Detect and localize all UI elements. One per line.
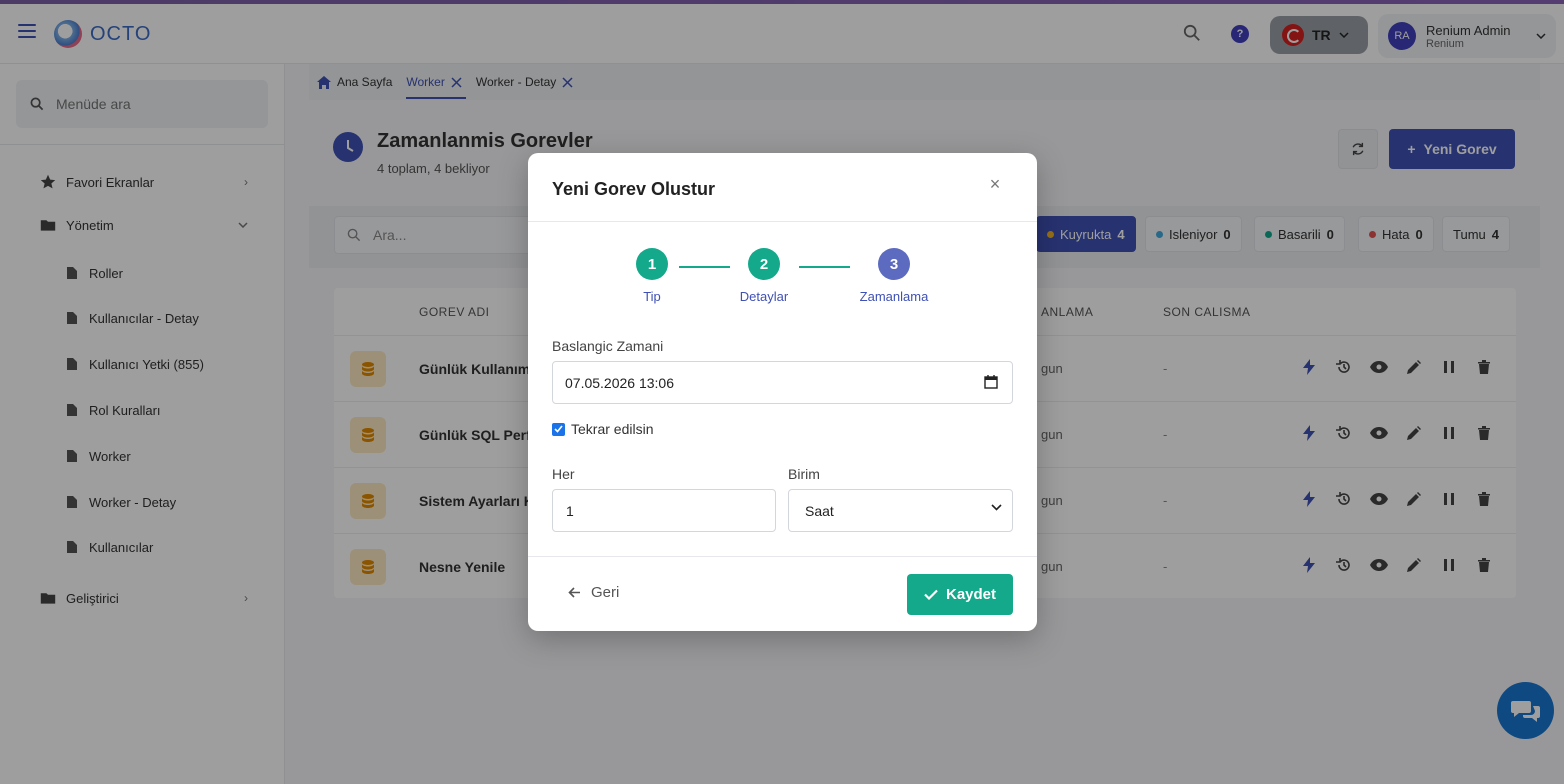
chevron-down-icon [991,504,1002,511]
every-value: 1 [566,502,574,519]
repeat-checkbox[interactable] [552,422,565,436]
repeat-label: Tekrar edilsin [571,421,654,437]
arrow-left-icon [568,587,580,598]
save-label: Kaydet [945,586,997,603]
step-label: Detaylar [739,289,789,304]
modal-footer: Geri Kaydet [528,556,1037,631]
start-time-label: Baslangic Zamani [552,338,664,354]
create-task-modal: Yeni Gorev Olustur × 1 Tip 2 Detaylar 3 … [528,153,1037,631]
close-icon[interactable]: × [986,175,1004,193]
calendar-icon[interactable] [984,375,998,389]
back-button[interactable]: Geri [568,584,619,601]
check-icon [554,425,563,433]
step-number: 3 [878,248,910,280]
start-time-input[interactable]: 07.05.2026 13:06 [552,361,1013,404]
unit-value: Saat [805,502,834,519]
every-label: Her [552,466,575,482]
step-number: 1 [636,248,668,280]
back-label: Geri [591,584,620,601]
every-input[interactable]: 1 [552,489,776,532]
check-icon [924,589,938,600]
step-number: 2 [748,248,780,280]
modal-header: Yeni Gorev Olustur × [528,153,1037,222]
start-time-value: 07.05.2026 13:06 [565,374,674,391]
step-scheduling: 3 Zamanlama [849,248,939,304]
repeat-checkbox-row[interactable]: Tekrar edilsin [552,421,653,437]
unit-label: Birim [788,466,820,482]
step-details: 2 Detaylar [719,248,809,304]
save-button[interactable]: Kaydet [907,574,1013,615]
step-connector [799,266,850,268]
modal-title: Yeni Gorev Olustur [552,179,716,199]
step-label: Zamanlama [859,289,929,304]
step-type: 1 Tip [607,248,697,304]
unit-select[interactable]: Saat [788,489,1013,532]
step-label: Tip [643,289,661,304]
